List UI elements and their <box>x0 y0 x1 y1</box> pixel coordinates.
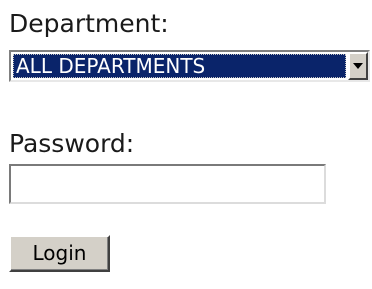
department-select[interactable]: ALL DEPARTMENTS <box>9 50 370 82</box>
login-button[interactable]: Login <box>9 235 110 272</box>
password-field[interactable] <box>9 164 326 204</box>
dropdown-button[interactable] <box>348 52 368 80</box>
department-label: Department: <box>9 9 169 38</box>
chevron-down-icon <box>353 63 363 69</box>
department-selected-value: ALL DEPARTMENTS <box>13 54 346 78</box>
password-label: Password: <box>9 129 135 158</box>
